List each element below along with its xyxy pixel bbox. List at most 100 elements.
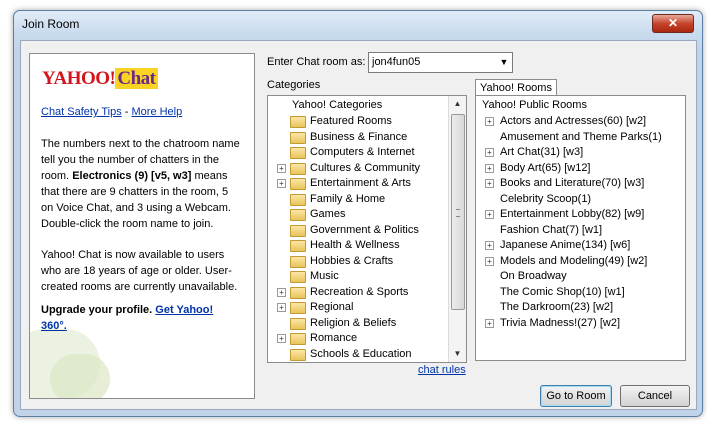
folder-icon <box>290 116 306 128</box>
category-item[interactable]: + Regional <box>268 300 448 315</box>
grip-icon <box>456 209 460 217</box>
expand-plus-icon[interactable]: + <box>277 334 286 343</box>
scroll-down-arrow-icon[interactable]: ▼ <box>449 346 466 362</box>
category-item[interactable]: Religion & Beliefs <box>268 316 448 331</box>
dialog-body: YAHOO! Chat Chat Safety Tips - More Help … <box>20 40 697 410</box>
room-item[interactable]: + Models and Modeling(49) [w2] <box>476 254 681 269</box>
expand-plus-icon[interactable]: + <box>485 256 494 266</box>
links-separator: - <box>121 106 132 118</box>
category-item[interactable]: Schools & Education <box>268 347 448 362</box>
chat-identity-select[interactable]: jon4fun05 ▼ <box>368 52 513 73</box>
category-item[interactable]: Music <box>268 269 448 284</box>
category-item[interactable]: Business & Finance <box>268 130 448 145</box>
category-item[interactable]: Hobbies & Crafts <box>268 254 448 269</box>
category-label: Computers & Internet <box>310 146 415 158</box>
folder-icon <box>290 193 306 206</box>
room-item[interactable]: Celebrity Scoop(1) <box>476 192 681 207</box>
more-help-link[interactable]: More Help <box>132 106 183 118</box>
room-item[interactable]: + Japanese Anime(134) [w6] <box>476 238 681 253</box>
window-title: Join Room <box>22 17 80 31</box>
room-label: Models and Modeling(49) [w2] <box>500 254 648 267</box>
expand-plus-icon[interactable]: + <box>485 210 494 219</box>
category-item[interactable]: Health & Wellness <box>268 238 448 253</box>
category-item[interactable]: Featured Rooms <box>268 114 448 129</box>
folder-icon <box>290 317 306 330</box>
expand-plus-icon[interactable]: + <box>485 117 494 126</box>
join-room-dialog: Join Room ✕ YAHOO! Chat Chat Safety Tips … <box>13 10 703 417</box>
categories-root[interactable]: Yahoo! Categories <box>292 99 382 111</box>
logo-yahoo-text: YAHOO! <box>42 68 116 89</box>
room-item[interactable]: + Books and Literature(70) [w3] <box>476 176 681 191</box>
category-label: Family & Home <box>310 192 386 205</box>
category-item[interactable]: Games <box>268 207 448 222</box>
rooms-tree[interactable]: Yahoo! Public Rooms + Actors and Actresse… <box>475 95 686 361</box>
room-item[interactable]: + Trivia Madness!(27) [w2] <box>476 316 681 331</box>
expand-plus-icon[interactable]: + <box>277 179 286 188</box>
go-to-room-button[interactable]: Go to Room <box>540 385 612 407</box>
category-item[interactable]: Computers & Internet <box>268 145 448 160</box>
expand-plus-icon[interactable]: + <box>277 163 286 173</box>
expand-plus-icon[interactable]: + <box>485 148 494 157</box>
room-item[interactable]: Amusement and Theme Parks(1) <box>476 130 681 145</box>
category-label: Featured Rooms <box>310 115 392 127</box>
category-item[interactable]: Government & Politics <box>268 223 448 238</box>
category-item[interactable]: + Recreation & Sports <box>268 285 448 300</box>
tab-yahoo-rooms[interactable]: Yahoo! Rooms <box>475 79 557 96</box>
yahoo-chat-logo: YAHOO! Chat <box>42 68 158 90</box>
categories-tree[interactable]: Yahoo! Categories Featured Rooms Business… <box>267 95 467 363</box>
category-label: Hobbies & Crafts <box>310 254 394 267</box>
room-label: Body Art(65) [w12] <box>500 161 591 174</box>
expand-plus-icon[interactable]: + <box>485 179 494 188</box>
age-notice: Yahoo! Chat is now available to users wh… <box>41 249 238 293</box>
room-label: Amusement and Theme Parks(1) <box>500 130 662 143</box>
categories-scrollbar[interactable]: ▲ ▼ <box>448 96 466 362</box>
room-label: Entertainment Lobby(82) [w9] <box>500 208 645 220</box>
cancel-button[interactable]: Cancel <box>620 385 690 407</box>
category-label: Entertainment & Arts <box>310 177 411 189</box>
scroll-up-arrow-icon[interactable]: ▲ <box>449 96 466 112</box>
chat-safety-tips-link[interactable]: Chat Safety Tips <box>41 106 122 118</box>
expand-plus-icon[interactable]: + <box>485 318 494 328</box>
expand-plus-icon[interactable]: + <box>485 163 494 173</box>
folder-icon <box>290 178 306 190</box>
room-label: On Broadway <box>500 270 567 282</box>
room-label: Fashion Chat(7) [w1] <box>500 223 603 236</box>
expand-plus-icon[interactable]: + <box>277 287 286 297</box>
room-item[interactable]: The Darkroom(23) [w2] <box>476 300 681 315</box>
category-item[interactable]: + Romance <box>268 331 448 346</box>
room-item[interactable]: On Broadway <box>476 269 681 284</box>
category-item[interactable]: + Entertainment & Arts <box>268 176 448 191</box>
folder-icon <box>290 147 306 159</box>
chat-identity-value: jon4fun05 <box>372 56 421 68</box>
chat-bubble-watermark-icon-2 <box>50 354 110 398</box>
title-bar[interactable]: Join Room ✕ <box>14 11 702 39</box>
chat-rules-link[interactable]: chat rules <box>418 364 466 376</box>
room-item[interactable]: + Art Chat(31) [w3] <box>476 145 681 160</box>
explanation-example: Electronics (9) [v5, w3] <box>72 170 192 182</box>
chevron-down-icon[interactable]: ▼ <box>496 53 512 72</box>
chatroom-explanation: The numbers next to the chatroom name te… <box>41 136 241 232</box>
category-label: Religion & Beliefs <box>310 316 397 329</box>
close-button[interactable]: ✕ <box>652 14 694 33</box>
category-item[interactable]: Family & Home <box>268 192 448 207</box>
folder-icon <box>290 209 306 221</box>
room-item[interactable]: Fashion Chat(7) [w1] <box>476 223 681 238</box>
category-label: Schools & Education <box>310 347 412 360</box>
folder-icon <box>290 255 306 268</box>
scroll-thumb[interactable] <box>451 114 465 310</box>
room-item[interactable]: + Actors and Actresses(60) [w2] <box>476 114 681 129</box>
rooms-root[interactable]: Yahoo! Public Rooms <box>482 99 587 111</box>
upgrade-profile: Upgrade your profile. Get Yahoo! 360°. <box>41 302 241 334</box>
info-panel: YAHOO! Chat Chat Safety Tips - More Help … <box>29 53 255 399</box>
room-item[interactable]: + Entertainment Lobby(82) [w9] <box>476 207 681 222</box>
logo-chat-text: Chat <box>115 68 158 89</box>
category-label: Health & Wellness <box>310 239 400 251</box>
help-links: Chat Safety Tips - More Help <box>41 106 182 118</box>
expand-plus-icon[interactable]: + <box>277 303 286 312</box>
category-item[interactable]: + Cultures & Community <box>268 161 448 176</box>
room-label: The Comic Shop(10) [w1] <box>500 285 625 298</box>
expand-plus-icon[interactable]: + <box>485 241 494 250</box>
room-item[interactable]: + Body Art(65) [w12] <box>476 161 681 176</box>
room-label: Japanese Anime(134) [w6] <box>500 239 631 251</box>
room-item[interactable]: The Comic Shop(10) [w1] <box>476 285 681 300</box>
